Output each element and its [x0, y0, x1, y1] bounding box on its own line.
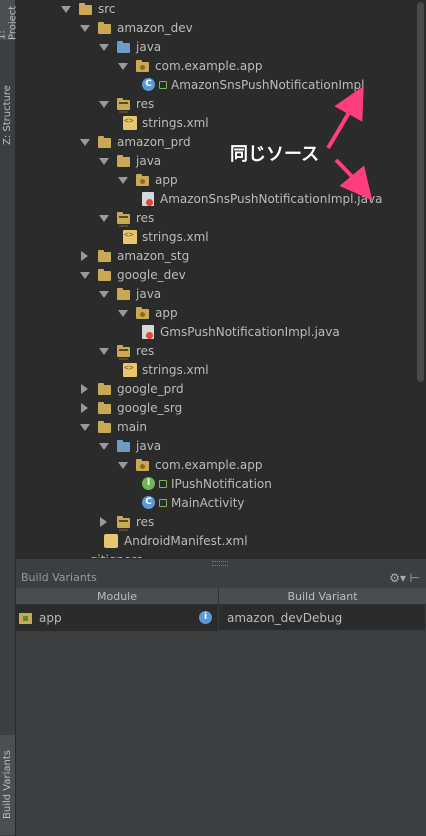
arrow-to-prd-file: [334, 158, 373, 201]
module-name: app: [39, 611, 62, 625]
info-icon[interactable]: i: [199, 611, 212, 624]
hide-panel-icon[interactable]: ⊢: [410, 571, 420, 585]
build-variants-header: Build Variants ⚙▾ ⊢: [16, 567, 426, 588]
build-variants-tool-tab[interactable]: Build Variants: [0, 735, 15, 835]
build-variant-value: amazon_devDebug: [227, 610, 343, 625]
annotation-label: 同じソース: [230, 144, 320, 165]
annotation-arrows: [326, 85, 373, 201]
build-variants-panel: Build Variants ⚙▾ ⊢ Module Build Variant…: [16, 567, 426, 836]
build-variants-tab-label: Build Variants: [2, 750, 13, 820]
gear-icon[interactable]: ⚙▾: [389, 571, 406, 585]
module-icon: [19, 612, 35, 624]
module-cell[interactable]: app i: [16, 605, 219, 632]
splitter-grip[interactable]: [212, 561, 228, 566]
arrow-to-dev-file: [326, 85, 364, 150]
column-header-module[interactable]: Module: [16, 588, 219, 605]
panel-title: Build Variants: [21, 571, 97, 584]
column-header-build-variant[interactable]: Build Variant: [219, 588, 426, 605]
build-variant-cell[interactable]: amazon_devDebug: [219, 605, 426, 631]
